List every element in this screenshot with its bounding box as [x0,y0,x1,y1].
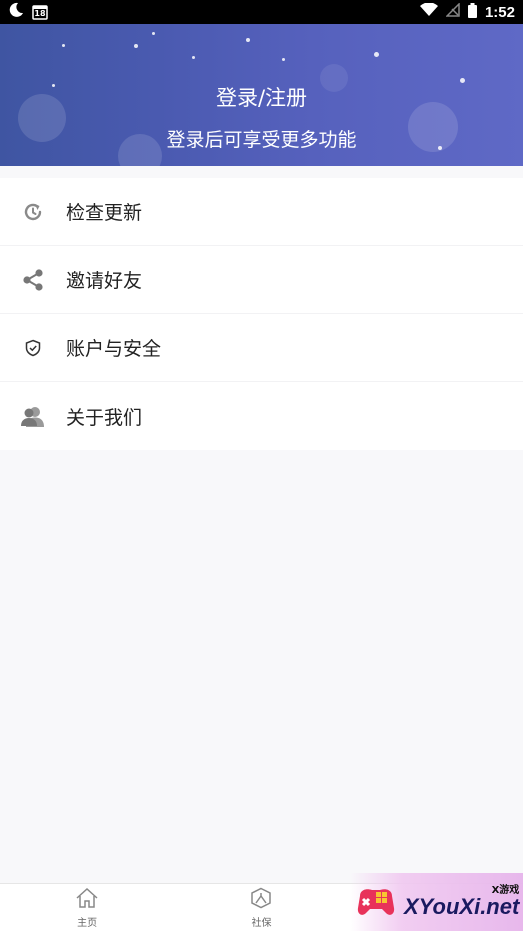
settings-menu: 检查更新 邀请好友 账户与安全 关于我们 [0,178,523,450]
home-icon [75,887,99,912]
watermark: X游戏 XYouXi.net [350,873,523,931]
login-header[interactable]: 登录/注册 登录后可享受更多功能 [0,24,523,166]
star-decoration [246,38,250,42]
menu-item-label: 账户与安全 [66,338,162,360]
login-subtitle: 登录后可享受更多功能 [166,129,357,151]
watermark-text: X游戏 XYouXi.net [404,886,519,918]
share-icon [0,268,66,292]
users-icon [0,404,66,428]
star-decoration [62,44,65,47]
status-right: 1:52 [419,2,515,22]
nav-item-label: 主页 [77,917,98,929]
status-left: 18 [8,2,48,22]
battery-icon [467,2,477,22]
menu-item-account-security[interactable]: 账户与安全 [0,314,523,382]
calendar-icon: 18 [32,4,48,20]
menu-item-check-update[interactable]: 检查更新 [0,178,523,246]
watermark-big-text: XYouXi.net [404,894,520,919]
star-decoration [134,44,138,48]
social-security-icon [250,887,272,912]
menu-item-invite-friends[interactable]: 邀请好友 [0,246,523,314]
screen: 18 1:52 登录/注册 登录后可享受更多功能 检查更新 邀请好友 账户与安全… [0,0,523,931]
login-title[interactable]: 登录/注册 [0,82,523,112]
nav-item-home[interactable]: 主页 [0,884,174,931]
no-signal-icon [445,2,460,21]
star-decoration [152,32,155,35]
nav-item-label: 社保 [251,917,272,929]
menu-item-label: 关于我们 [66,406,143,429]
refresh-icon [0,201,66,223]
star-decoration [374,52,379,57]
menu-item-label: 检查更新 [66,202,143,224]
shield-icon [0,339,66,357]
menu-item-label: 邀请好友 [66,270,143,292]
moon-icon [8,2,24,22]
gamepad-logo-icon [354,880,398,924]
nav-item-social-security[interactable]: 社保 [174,884,348,931]
star-decoration [282,58,285,61]
menu-item-about-us[interactable]: 关于我们 [0,382,523,450]
wifi-icon [419,2,438,21]
status-bar: 18 1:52 [0,0,523,24]
star-decoration [192,56,195,59]
calendar-day: 18 [34,9,46,18]
status-time: 1:52 [484,3,515,21]
